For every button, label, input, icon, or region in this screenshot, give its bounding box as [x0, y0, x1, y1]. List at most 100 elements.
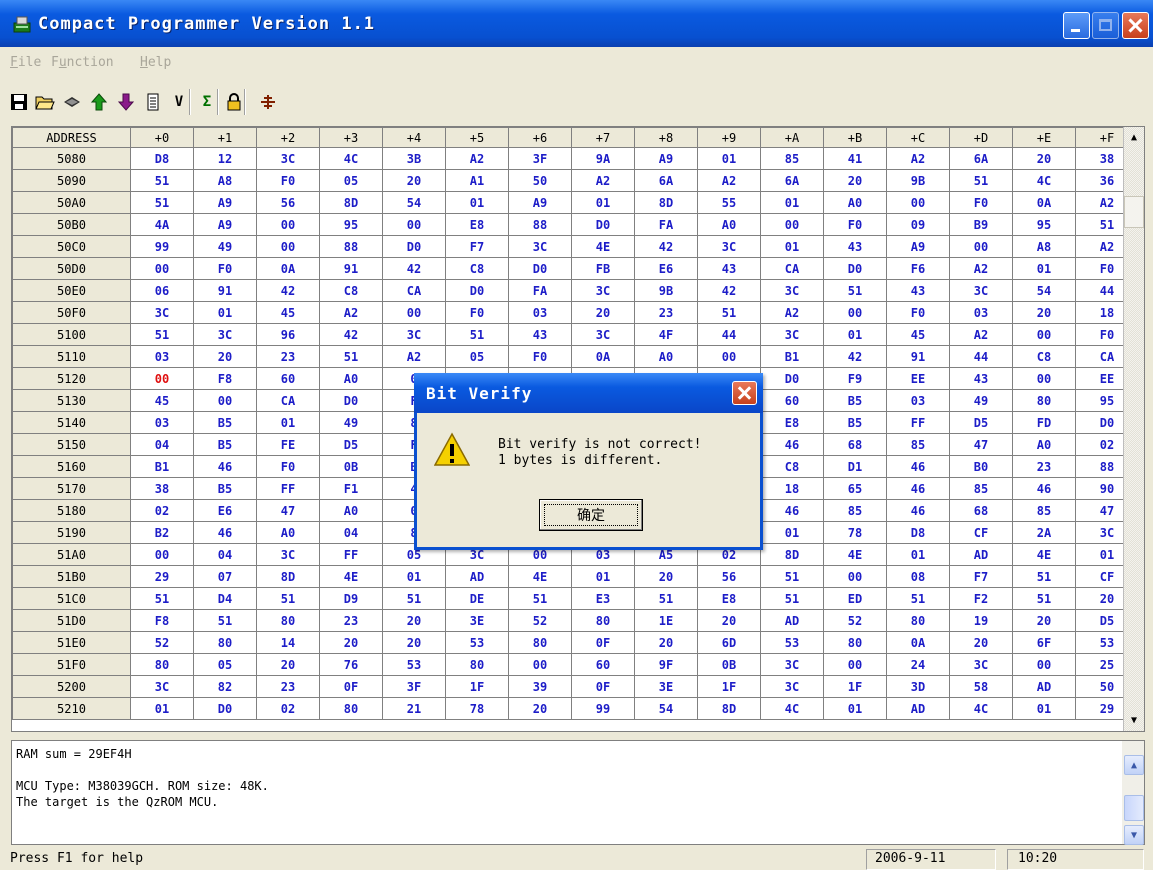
log-scroll-up-icon[interactable]: ▲ [1124, 755, 1144, 775]
hex-cell[interactable]: 3F [508, 147, 572, 170]
hex-cell[interactable]: 80 [256, 609, 320, 632]
hex-cell[interactable]: 0A [256, 257, 320, 280]
output-log[interactable]: RAM sum = 29EF4H MCU Type: M38039GCH. RO… [11, 740, 1145, 845]
hex-cell-different[interactable]: 00 [130, 367, 194, 390]
hex-cell[interactable]: 99 [571, 697, 635, 720]
hex-cell[interactable]: 8D [697, 697, 761, 720]
hex-cell[interactable]: AD [886, 697, 950, 720]
hex-cell[interactable]: CF [949, 521, 1013, 544]
menu-help[interactable]: Help [140, 55, 171, 70]
save-icon[interactable] [7, 90, 31, 114]
hex-cell[interactable]: 95 [319, 213, 383, 236]
hex-cell[interactable]: FA [508, 279, 572, 302]
hex-cell[interactable]: 01 [193, 301, 257, 324]
hex-cell[interactable]: 9B [886, 169, 950, 192]
hex-cell[interactable]: 4E [823, 543, 887, 566]
hex-cell[interactable]: 85 [760, 147, 824, 170]
hex-cell[interactable]: 51 [256, 587, 320, 610]
hex-cell[interactable]: A2 [382, 345, 446, 368]
hex-cell[interactable]: 51 [130, 587, 194, 610]
hex-cell[interactable]: A2 [319, 301, 383, 324]
hex-cell[interactable]: 99 [130, 235, 194, 258]
lock-icon[interactable] [222, 90, 246, 114]
hex-cell[interactable]: 20 [823, 169, 887, 192]
hex-cell[interactable]: A8 [1012, 235, 1076, 258]
hex-cell[interactable]: 0B [319, 455, 383, 478]
hex-cell[interactable]: 18 [760, 477, 824, 500]
hex-cell[interactable]: 60 [571, 653, 635, 676]
hex-cell[interactable]: 20 [193, 345, 257, 368]
hex-cell[interactable]: 78 [823, 521, 887, 544]
hex-cell[interactable]: B5 [193, 433, 257, 456]
hex-cell[interactable]: 43 [823, 235, 887, 258]
hex-cell[interactable]: D8 [130, 147, 194, 170]
hex-cell[interactable]: A2 [697, 169, 761, 192]
hex-cell[interactable]: 23 [319, 609, 383, 632]
hex-cell[interactable]: D0 [445, 279, 509, 302]
hex-cell[interactable]: 20 [634, 631, 698, 654]
hex-cell[interactable]: 3C [571, 323, 635, 346]
hex-cell[interactable]: 20 [697, 609, 761, 632]
hex-cell[interactable]: 00 [823, 653, 887, 676]
hex-cell[interactable]: F0 [823, 213, 887, 236]
hex-cell[interactable]: B9 [949, 213, 1013, 236]
hex-cell[interactable]: 00 [760, 213, 824, 236]
hex-cell[interactable]: 46 [760, 499, 824, 522]
hex-cell[interactable]: A2 [949, 323, 1013, 346]
hex-cell[interactable]: 1F [445, 675, 509, 698]
hex-cell[interactable]: 54 [634, 697, 698, 720]
hex-cell[interactable]: C8 [319, 279, 383, 302]
hex-cell[interactable]: 9B [634, 279, 698, 302]
hex-cell[interactable]: F0 [508, 345, 572, 368]
hex-cell[interactable]: 76 [319, 653, 383, 676]
hex-cell[interactable]: 23 [1012, 455, 1076, 478]
hex-cell[interactable]: 05 [193, 653, 257, 676]
hex-cell[interactable]: 00 [886, 191, 950, 214]
hex-cell[interactable]: 01 [571, 191, 635, 214]
hex-cell[interactable]: 56 [697, 565, 761, 588]
hex-cell[interactable]: 00 [949, 235, 1013, 258]
hex-cell[interactable]: AD [760, 609, 824, 632]
hex-cell[interactable]: 00 [382, 213, 446, 236]
hex-cell[interactable]: 46 [193, 521, 257, 544]
hex-cell[interactable]: 52 [508, 609, 572, 632]
hex-cell[interactable]: 06 [130, 279, 194, 302]
hex-cell[interactable]: 4E [571, 235, 635, 258]
hex-cell[interactable]: E8 [760, 411, 824, 434]
hex-cell[interactable]: 3C [760, 653, 824, 676]
hex-cell[interactable]: 80 [1012, 389, 1076, 412]
hex-cell[interactable]: 04 [130, 433, 194, 456]
hex-cell[interactable]: 00 [823, 301, 887, 324]
hex-cell[interactable]: A9 [508, 191, 572, 214]
hex-cell[interactable]: FF [319, 543, 383, 566]
hex-cell[interactable]: 01 [886, 543, 950, 566]
menu-file[interactable]: File [10, 55, 41, 70]
hex-cell[interactable]: 00 [193, 389, 257, 412]
log-scrollbar[interactable]: ▲ ▼ [1122, 741, 1144, 845]
hex-cell[interactable]: E6 [193, 499, 257, 522]
hex-cell[interactable]: F0 [886, 301, 950, 324]
hex-cell[interactable]: 44 [949, 345, 1013, 368]
hex-cell[interactable]: 0F [571, 631, 635, 654]
hex-cell[interactable]: 04 [193, 543, 257, 566]
hex-cell[interactable]: D1 [823, 455, 887, 478]
hex-cell[interactable]: 51 [130, 191, 194, 214]
hex-cell[interactable]: 2A [1012, 521, 1076, 544]
hex-cell[interactable]: 85 [949, 477, 1013, 500]
hex-cell[interactable]: 01 [1012, 257, 1076, 280]
hex-cell[interactable]: 00 [382, 301, 446, 324]
hex-cell[interactable]: 24 [886, 653, 950, 676]
hex-cell[interactable]: ED [823, 587, 887, 610]
blank-check-icon[interactable] [141, 90, 165, 114]
hex-cell[interactable]: A0 [823, 191, 887, 214]
hex-cell[interactable]: A9 [634, 147, 698, 170]
hex-cell[interactable]: 01 [130, 697, 194, 720]
hex-cell[interactable]: F0 [445, 301, 509, 324]
hex-cell[interactable]: 23 [634, 301, 698, 324]
hex-cell[interactable]: 45 [256, 301, 320, 324]
hex-cell[interactable]: 51 [130, 323, 194, 346]
hex-cell[interactable]: 6A [634, 169, 698, 192]
hex-cell[interactable]: A2 [760, 301, 824, 324]
hex-cell[interactable]: FA [634, 213, 698, 236]
hex-cell[interactable]: 42 [697, 279, 761, 302]
